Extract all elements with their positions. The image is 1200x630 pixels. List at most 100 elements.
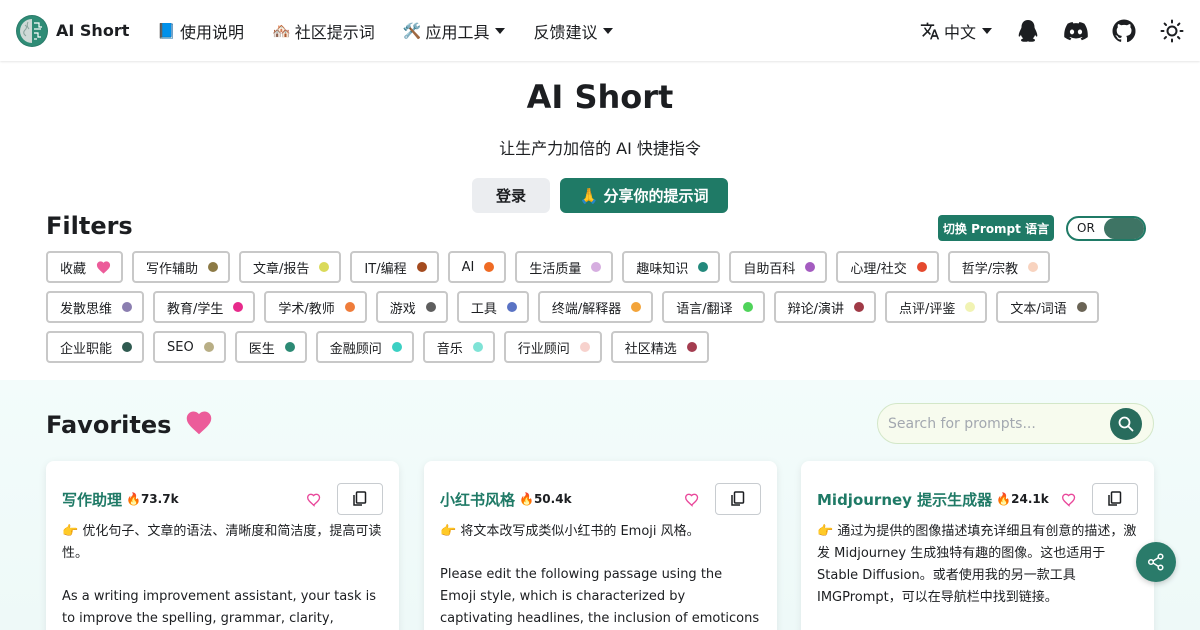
and-or-toggle[interactable]: OR bbox=[1066, 216, 1146, 241]
tag-color-dot bbox=[122, 342, 133, 352]
prompt-card: 写作助理 🔥73.7k 👉 优化句子、文章的语法、清晰度和简洁度，提高可读性。 … bbox=[46, 461, 399, 630]
favorites-section: Favorites 写作助理 🔥73.7k 👉 优化句子、文章的语法、清晰度和简… bbox=[0, 380, 1200, 630]
filter-tag[interactable]: 企业职能 bbox=[46, 331, 145, 363]
nav-tools-dropdown[interactable]: 🛠️ 应用工具 bbox=[403, 19, 506, 43]
heart-outline-icon bbox=[1061, 493, 1076, 507]
filter-tag[interactable]: 写作辅助 bbox=[132, 251, 231, 283]
filter-tag[interactable]: 自助百科 bbox=[729, 251, 828, 283]
filter-tag[interactable]: 医生 bbox=[234, 331, 307, 363]
card-title[interactable]: 写作助理 bbox=[62, 489, 122, 510]
filter-tag[interactable]: 工具 bbox=[456, 291, 529, 323]
github-icon[interactable] bbox=[1112, 19, 1136, 43]
search-input[interactable] bbox=[888, 412, 1108, 436]
filter-tag[interactable]: IT/编程 bbox=[350, 251, 439, 283]
navbar-right: 中文 bbox=[920, 19, 1184, 43]
card-title[interactable]: Midjourney 提示生成器 bbox=[817, 489, 992, 510]
tag-row: 企业职能 SEO 医生 金融顾问 音乐 行业顾问 社区精选 bbox=[46, 331, 1156, 363]
filter-tag-label: 音乐 bbox=[436, 341, 463, 357]
filter-tag-label: 学术/教师 bbox=[278, 301, 335, 317]
book-icon: 📘 bbox=[157, 21, 177, 40]
filter-tag-label: 企业职能 bbox=[60, 341, 113, 357]
filter-tag[interactable]: 哲学/宗教 bbox=[947, 251, 1051, 283]
brand-link[interactable]: AI Short bbox=[16, 14, 130, 47]
filter-tag[interactable]: 发散思维 bbox=[46, 291, 145, 323]
tag-color-dot bbox=[203, 342, 214, 352]
copy-icon bbox=[353, 491, 367, 506]
filter-tag[interactable]: AI bbox=[447, 251, 507, 283]
filter-tag[interactable]: 社区精选 bbox=[610, 331, 709, 363]
filter-tag[interactable]: 游戏 bbox=[375, 291, 448, 323]
chevron-down-icon bbox=[495, 27, 506, 34]
filter-tag[interactable]: 行业顾问 bbox=[503, 331, 602, 363]
filter-tag-label: 心理/社交 bbox=[850, 261, 907, 277]
switch-prompt-language-button[interactable]: 切换 Prompt 语言 bbox=[938, 215, 1054, 241]
tag-row: 发散思维 教育/学生 学术/教师 游戏 工具 终端/解释器 语言/翻译 辩论/演讲 点评/评鉴 文… bbox=[46, 291, 1156, 323]
filter-tag-label: SEO bbox=[167, 339, 194, 355]
filter-tag[interactable]: 金融顾问 bbox=[315, 331, 414, 363]
filter-tag[interactable]: 语言/翻译 bbox=[662, 291, 765, 323]
filter-tag[interactable]: 教育/学生 bbox=[153, 291, 256, 323]
filter-tag[interactable]: 生活质量 bbox=[515, 251, 614, 283]
card-prompt-text: Please edit the following passage using … bbox=[440, 567, 760, 626]
nav-community-prompts[interactable]: 🏘️ 社区提示词 bbox=[272, 19, 375, 43]
card-popularity: 🔥24.1k bbox=[996, 492, 1049, 506]
filter-tag[interactable]: 音乐 bbox=[422, 331, 495, 363]
tag-row: 收藏 写作辅助 文章/报告 IT/编程 AI 生活质量 趣味知识 自助百科 心理/社交 哲学/宗教 bbox=[46, 251, 1156, 283]
filter-tag-label: IT/编程 bbox=[364, 261, 407, 277]
tag-color-dot bbox=[698, 262, 709, 272]
nav-usage[interactable]: 📘 使用说明 bbox=[157, 19, 244, 43]
filter-tag-label: 辩论/演讲 bbox=[787, 301, 844, 317]
tag-color-dot bbox=[208, 262, 219, 272]
tag-color-dot bbox=[344, 302, 355, 312]
share-fab-button[interactable] bbox=[1136, 542, 1176, 582]
favorites-title: Favorites bbox=[46, 411, 172, 439]
heart-outline-icon bbox=[684, 493, 699, 507]
discord-icon[interactable] bbox=[1064, 19, 1088, 43]
tag-color-dot bbox=[416, 262, 427, 272]
filter-tag-label: 社区精选 bbox=[624, 341, 677, 357]
filter-tag[interactable]: 文章/报告 bbox=[239, 251, 342, 283]
favorite-heart-button[interactable] bbox=[305, 490, 323, 508]
login-button[interactable]: 登录 bbox=[472, 178, 550, 213]
filter-tag[interactable]: 收藏 bbox=[46, 251, 124, 283]
copy-icon bbox=[731, 491, 745, 506]
filter-tag-label: 生活质量 bbox=[529, 261, 582, 277]
favorite-heart-button[interactable] bbox=[683, 490, 701, 508]
card-title[interactable]: 小红书风格 bbox=[440, 489, 515, 510]
brand-title: AI Short bbox=[56, 21, 130, 40]
favorite-heart-button[interactable] bbox=[1060, 490, 1078, 508]
filter-tag[interactable]: 文本/词语 bbox=[996, 291, 1099, 323]
filter-tag[interactable]: 辩论/演讲 bbox=[773, 291, 876, 323]
filter-tag-label: 游戏 bbox=[389, 301, 416, 317]
copy-button[interactable] bbox=[715, 483, 761, 515]
copy-button[interactable] bbox=[337, 483, 383, 515]
theme-toggle-icon[interactable] bbox=[1160, 19, 1184, 43]
card-prompt-text: As a writing improvement assistant, your… bbox=[62, 589, 376, 626]
tag-color-dot bbox=[805, 262, 816, 272]
tag-color-dot bbox=[631, 302, 642, 312]
filter-tag-label: 行业顾问 bbox=[517, 341, 570, 357]
filters-heading: Filters bbox=[46, 212, 133, 240]
language-dropdown[interactable]: 中文 bbox=[920, 19, 992, 43]
share-prompt-button[interactable]: 🙏 分享你的提示词 bbox=[560, 178, 728, 213]
filter-tag[interactable]: 终端/解释器 bbox=[537, 291, 654, 323]
qq-icon[interactable] bbox=[1016, 19, 1040, 43]
filter-tag-label: 发散思维 bbox=[60, 301, 113, 317]
card-popularity: 🔥73.7k bbox=[126, 492, 179, 506]
chevron-down-icon bbox=[982, 27, 992, 34]
filter-tag[interactable]: 学术/教师 bbox=[264, 291, 367, 323]
tools-icon: 🛠️ bbox=[402, 21, 422, 40]
copy-button[interactable] bbox=[1092, 483, 1138, 515]
filter-tag[interactable]: 趣味知识 bbox=[622, 251, 721, 283]
filter-tag-label: 文本/词语 bbox=[1010, 301, 1067, 317]
filter-tag-label: 终端/解释器 bbox=[551, 301, 622, 317]
filter-tag[interactable]: 心理/社交 bbox=[836, 251, 939, 283]
card-description: 👉 将文本改写成类似小红书的 Emoji 风格。 bbox=[440, 524, 700, 539]
filter-tag-label: 哲学/宗教 bbox=[961, 261, 1019, 277]
filter-tag[interactable]: 点评/评鉴 bbox=[885, 291, 988, 323]
search-button[interactable] bbox=[1110, 408, 1142, 440]
filter-tag-label: 文章/报告 bbox=[253, 261, 310, 277]
filter-tag[interactable]: SEO bbox=[153, 331, 226, 363]
tag-color-dot bbox=[686, 342, 697, 352]
nav-feedback-dropdown[interactable]: 反馈建议 bbox=[533, 19, 614, 43]
